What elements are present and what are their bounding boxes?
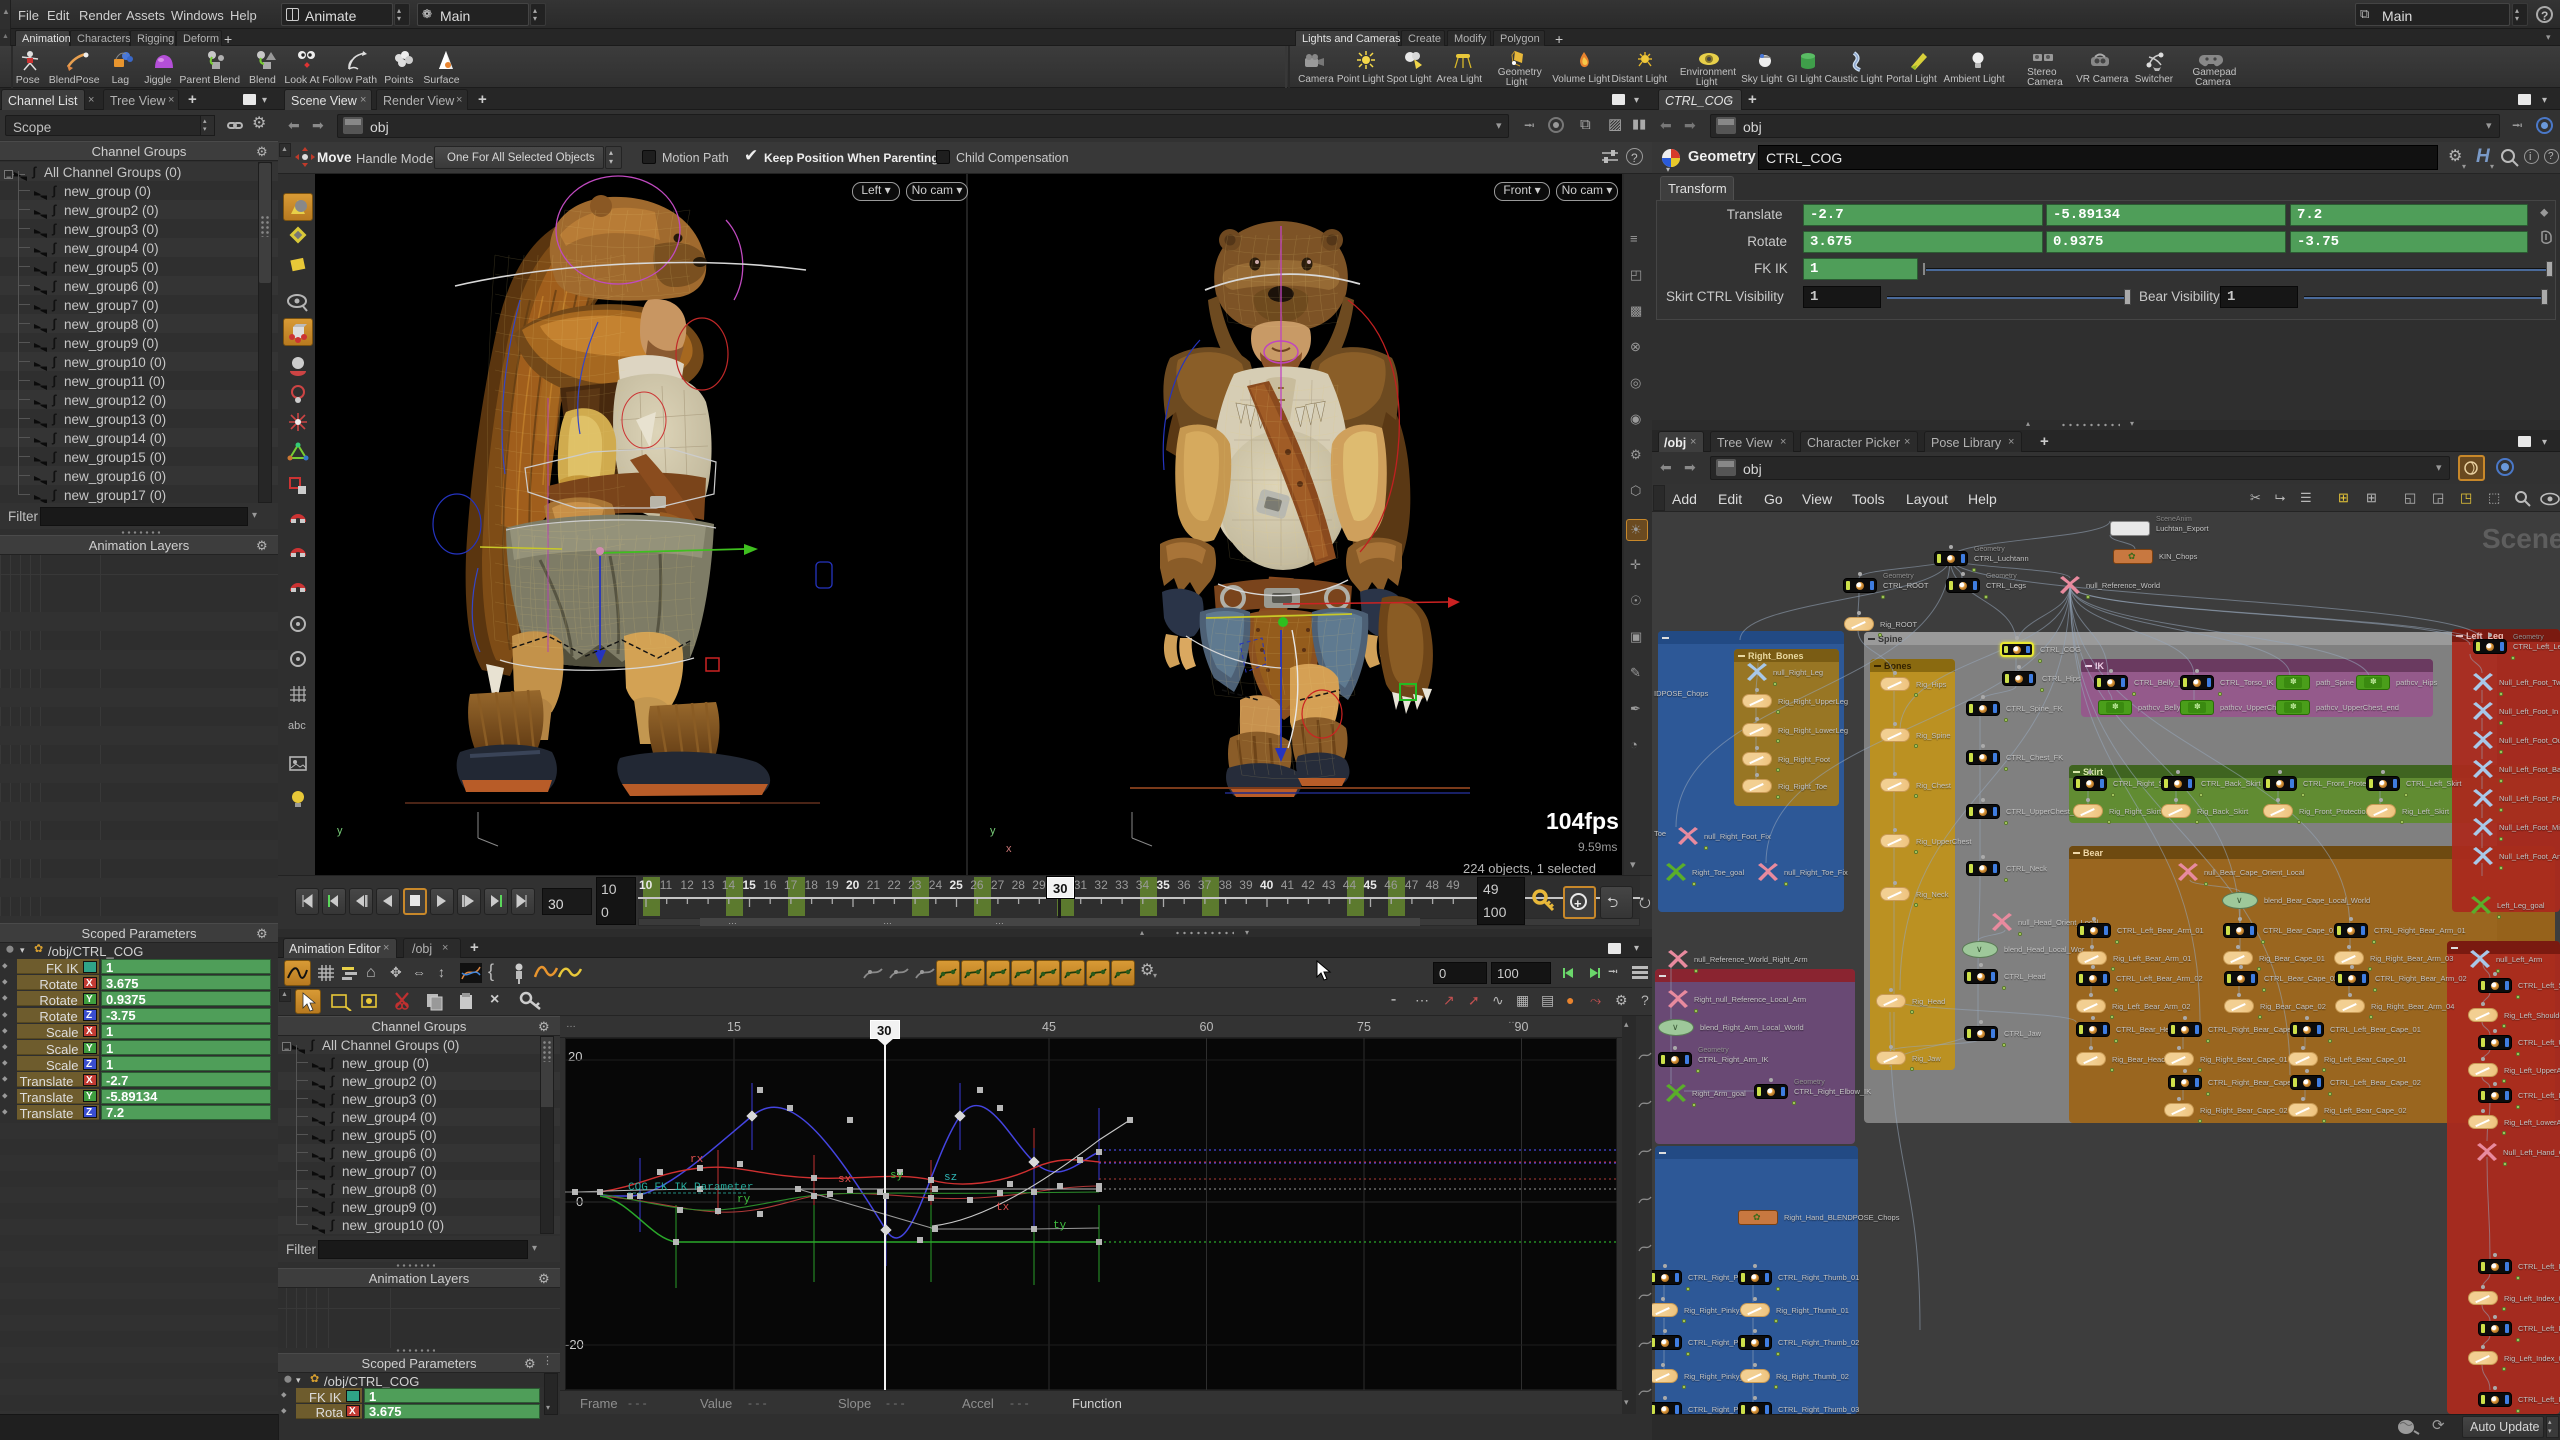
- svg-text:rx: rx: [690, 1154, 704, 1166]
- svg-text:ty: ty: [1053, 1220, 1067, 1232]
- svg-text:sy: sy: [890, 1170, 904, 1182]
- svg-text:tx: tx: [996, 1202, 1010, 1214]
- svg-text:COG FK IK Parameter: COG FK IK Parameter: [628, 1182, 753, 1194]
- svg-text:ry: ry: [737, 1194, 751, 1206]
- svg-text:sx: sx: [838, 1174, 852, 1186]
- svg-text:sz: sz: [944, 1172, 957, 1184]
